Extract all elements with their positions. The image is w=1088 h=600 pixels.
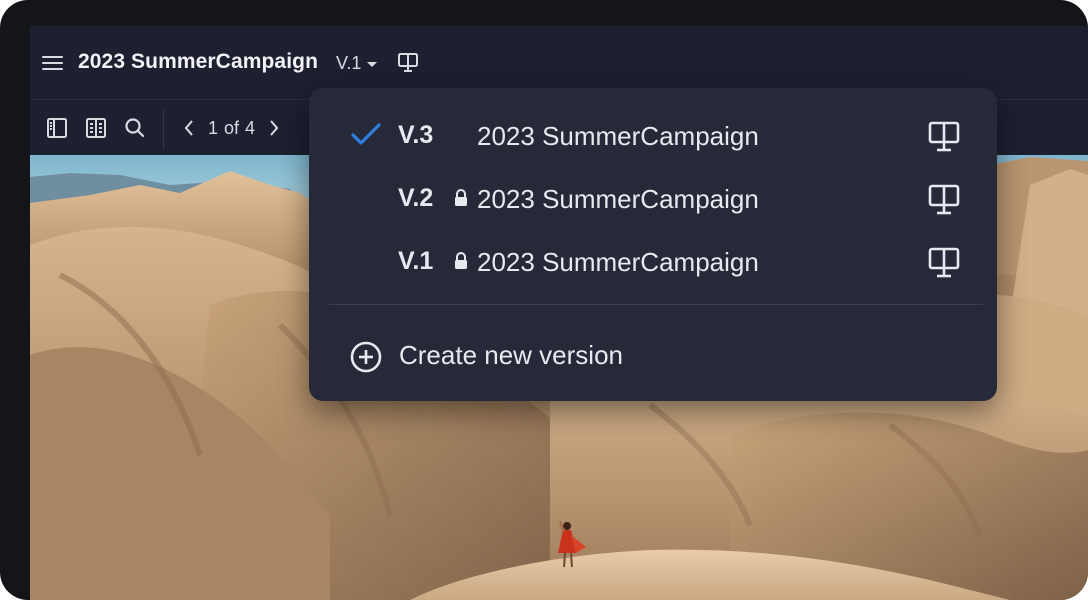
create-version-button[interactable]: Create new version	[309, 326, 997, 384]
page-of: of	[224, 117, 240, 138]
version-selector-label: V.1	[336, 52, 362, 73]
presentation-icon[interactable]	[396, 51, 420, 75]
lock-icon	[455, 189, 467, 206]
page-grid-icon[interactable]	[83, 115, 109, 141]
caret-down-icon	[367, 61, 378, 67]
presentation-icon[interactable]	[926, 183, 962, 217]
version-option-v1[interactable]: V.1 2023 SummerCampaign	[309, 232, 997, 290]
version-name: 2023 SummerCampaign	[477, 247, 759, 277]
page-total: 4	[245, 117, 256, 138]
presentation-icon[interactable]	[926, 120, 962, 154]
version-label: V.3	[398, 121, 434, 149]
version-selector[interactable]: V.1	[336, 52, 378, 74]
dropdown-divider	[329, 304, 983, 305]
document-title: 2023 SummerCampaign	[78, 50, 318, 73]
sidebar-toggle-icon[interactable]	[44, 115, 70, 141]
search-icon[interactable]	[122, 115, 148, 141]
version-label: V.1	[398, 247, 434, 275]
version-dropdown: V.3 2023 SummerCampaign V.2 2023 SummerC…	[309, 88, 997, 401]
add-circle-icon	[350, 341, 382, 373]
presentation-icon[interactable]	[926, 246, 962, 280]
device-frame: 2023 SummerCampaign V.1 1 of 4 V.3 2023 …	[0, 0, 1088, 600]
page-navigator: 1 of 4	[180, 115, 283, 141]
chevron-left-icon[interactable]	[180, 117, 198, 139]
create-version-label: Create new version	[399, 340, 623, 370]
version-option-v3[interactable]: V.3 2023 SummerCampaign	[309, 106, 997, 164]
version-name: 2023 SummerCampaign	[477, 121, 759, 151]
version-name: 2023 SummerCampaign	[477, 184, 759, 214]
version-label: V.2	[398, 184, 434, 212]
chevron-right-icon[interactable]	[265, 117, 283, 139]
toolbar-separator	[163, 109, 164, 149]
page-current: 1	[208, 117, 219, 138]
hamburger-icon[interactable]	[42, 52, 66, 74]
version-option-v2[interactable]: V.2 2023 SummerCampaign	[309, 169, 997, 227]
lock-icon	[455, 252, 467, 269]
checkmark-icon	[351, 123, 381, 145]
